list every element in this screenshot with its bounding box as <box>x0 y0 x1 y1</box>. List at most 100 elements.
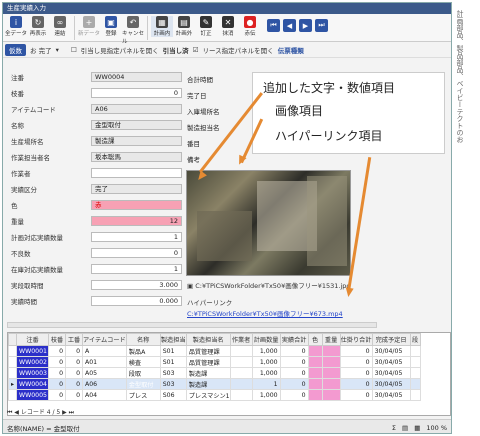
table-cell[interactable]: 1,000 <box>251 367 281 379</box>
form-field[interactable]: 製造課 <box>91 135 182 146</box>
table-cell[interactable]: 0 <box>279 367 309 379</box>
horizontal-scrollbar[interactable] <box>7 322 377 328</box>
sum-icon[interactable]: Σ <box>392 424 396 432</box>
form-field[interactable]: 1 <box>91 231 182 242</box>
layout-icon[interactable]: ▤ <box>402 424 408 432</box>
form-field[interactable]: 坂本聡馬 <box>91 151 182 162</box>
table-cell[interactable]: 0 <box>279 345 309 357</box>
table-cell[interactable]: WW0003 <box>16 367 49 379</box>
next-record-icon[interactable]: ▶ <box>299 19 312 32</box>
allocation-panel-link[interactable]: 引当し見指定パネルを開く <box>81 45 159 55</box>
table-row[interactable]: WW0001 0 0 A 製品A S01 品質管理課 1,000 0 0 30/04/05 <box>8 345 421 357</box>
column-header[interactable]: 実績合計 <box>279 333 309 346</box>
table-cell[interactable]: A04 <box>82 389 127 401</box>
table-row[interactable]: WW0003 0 0 A05 段取 S03 製造課 1,000 0 0 30/04/05 <box>8 367 421 379</box>
table-cell[interactable]: 0 <box>279 389 309 401</box>
column-header[interactable]: 工番 <box>65 333 83 346</box>
form-field[interactable]: 1 <box>91 263 182 274</box>
all-data-button[interactable]: i 全データ <box>5 16 27 37</box>
table-cell[interactable]: 0 <box>48 345 66 357</box>
table-cell[interactable]: 30/04/05 <box>371 378 411 390</box>
table-cell[interactable] <box>409 378 421 390</box>
table-row[interactable]: WW0005 0 0 A04 プレス S06 プレスマシン1 1,000 0 0 30/04/05 <box>8 389 421 401</box>
table-cell[interactable]: 0 <box>339 378 373 390</box>
tag-button[interactable]: 仮数 <box>5 43 26 56</box>
column-header[interactable]: 作業者 <box>229 333 253 346</box>
table-cell[interactable] <box>307 389 323 401</box>
table-cell[interactable]: 1,000 <box>251 356 281 368</box>
table-cell[interactable]: 品質管理課 <box>185 345 231 357</box>
table-row[interactable]: WW0002 0 0 A01 検査 S01 品質管理課 1,000 0 0 30/04/05 <box>8 356 421 368</box>
table-cell[interactable] <box>229 389 253 401</box>
form-field[interactable]: 0 <box>91 87 182 98</box>
form-field[interactable]: A06 <box>91 103 182 114</box>
table-cell[interactable]: 0 <box>279 378 309 390</box>
form-field[interactable]: 金型取付 <box>91 119 182 130</box>
link-button[interactable]: ∞ 連結 <box>49 16 71 37</box>
column-header[interactable]: アイテムコード <box>82 333 127 346</box>
form-field[interactable] <box>91 167 182 178</box>
table-cell[interactable] <box>307 378 323 390</box>
dropdown-icon[interactable]: ▾ <box>56 46 59 54</box>
table-cell[interactable]: 0 <box>48 356 66 368</box>
table-cell[interactable]: 1,000 <box>251 389 281 401</box>
table-cell[interactable] <box>409 356 421 368</box>
table-cell[interactable]: 0 <box>339 345 373 357</box>
table-cell[interactable] <box>229 356 253 368</box>
table-cell[interactable] <box>321 389 341 401</box>
column-header[interactable]: 製造担当名 <box>185 333 231 346</box>
table-cell[interactable] <box>229 367 253 379</box>
table-cell[interactable]: S06 <box>159 389 187 401</box>
table-cell[interactable]: プレス <box>125 389 161 401</box>
register-button[interactable]: ▣ 登録 <box>100 16 122 37</box>
correct-button[interactable]: ✎ 訂正 <box>195 16 217 37</box>
out-of-plan-button[interactable]: ▤ 計画外 <box>173 16 195 37</box>
table-cell[interactable]: 段取 <box>125 367 161 379</box>
table-cell[interactable]: 30/04/05 <box>371 367 411 379</box>
red-slip-button[interactable]: ● 赤伝 <box>239 16 261 37</box>
form-field[interactable]: 12 <box>91 215 182 226</box>
table-cell[interactable] <box>307 356 323 368</box>
column-header[interactable]: 色 <box>307 333 323 346</box>
column-header[interactable]: 段 <box>409 333 421 346</box>
table-cell[interactable] <box>229 378 253 390</box>
column-header[interactable]: 注番 <box>16 333 49 346</box>
table-cell[interactable]: S01 <box>159 345 187 357</box>
table-cell[interactable]: 1 <box>251 378 281 390</box>
lease-panel-link[interactable]: リース指定パネルを開く <box>203 45 274 55</box>
column-header[interactable]: 製造担当 <box>159 333 187 346</box>
column-header[interactable]: 完成予定日 <box>371 333 411 346</box>
table-cell[interactable]: 0 <box>65 389 83 401</box>
table-cell[interactable]: 製造課 <box>185 367 231 379</box>
table-cell[interactable]: 30/04/05 <box>371 345 411 357</box>
table-cell[interactable]: A01 <box>82 356 127 368</box>
table-cell[interactable]: S03 <box>159 378 187 390</box>
table-cell[interactable]: 30/04/05 <box>371 389 411 401</box>
refresh-button[interactable]: ↻ 再表示 <box>27 16 49 37</box>
table-cell[interactable]: 製造課 <box>185 378 231 390</box>
table-cell[interactable]: 製品A <box>125 345 161 357</box>
form-field[interactable]: 3.000 <box>91 279 182 290</box>
checkbox-icon[interactable]: ☐ <box>71 46 77 54</box>
table-cell[interactable]: 30/04/05 <box>371 356 411 368</box>
table-cell[interactable]: S01 <box>159 356 187 368</box>
table-cell[interactable] <box>321 356 341 368</box>
table-cell[interactable]: 0 <box>339 367 373 379</box>
table-cell[interactable]: 0 <box>65 367 83 379</box>
status-dropdown[interactable]: お 完了 <box>30 45 52 55</box>
table-cell[interactable] <box>409 367 421 379</box>
table-cell[interactable]: S03 <box>159 367 187 379</box>
column-header[interactable]: 名称 <box>125 333 161 346</box>
new-data-button[interactable]: + 新データ <box>78 16 100 37</box>
table-cell[interactable] <box>321 345 341 357</box>
form-field[interactable]: 完了 <box>91 183 182 194</box>
column-header[interactable]: 枝番 <box>48 333 66 346</box>
table-cell[interactable] <box>409 345 421 357</box>
table-cell[interactable]: 0 <box>48 367 66 379</box>
table-cell[interactable]: A <box>82 345 127 357</box>
delete-button[interactable]: ✕ 抹消 <box>217 16 239 37</box>
table-cell[interactable]: WW0005 <box>16 389 49 401</box>
table-cell[interactable] <box>229 345 253 357</box>
table-cell[interactable]: 0 <box>65 378 83 390</box>
table-cell[interactable]: 1,000 <box>251 345 281 357</box>
